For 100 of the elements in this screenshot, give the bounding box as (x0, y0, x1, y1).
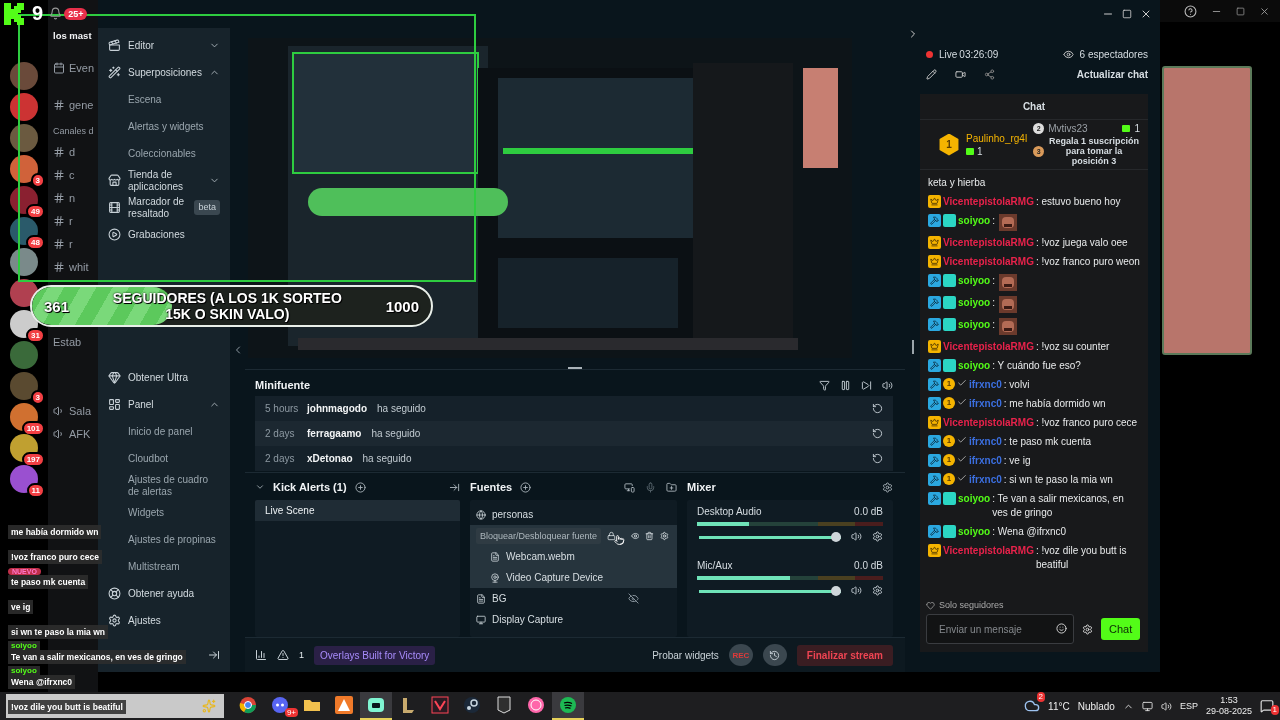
skip-icon[interactable] (861, 379, 872, 391)
server-icon[interactable] (10, 403, 38, 431)
chat-username[interactable]: soiyoo (958, 525, 991, 539)
valorant-icon[interactable] (431, 696, 449, 714)
warning-icon[interactable] (277, 649, 289, 661)
microphone-icon[interactable] (645, 481, 656, 493)
close-icon[interactable] (1259, 5, 1270, 17)
channel-name[interactable]: n (69, 191, 76, 204)
volume-icon[interactable] (882, 379, 893, 391)
chat-username[interactable]: VicentepistolaRMG (943, 416, 1034, 430)
devices-icon[interactable] (624, 481, 635, 493)
chat-username[interactable]: VicentepistolaRMG (943, 340, 1034, 354)
scrollbar-thumb[interactable] (911, 340, 914, 354)
test-widgets-link[interactable]: Probar widgets (652, 649, 719, 661)
chevron-down-icon[interactable] (255, 482, 265, 492)
server-icon[interactable] (10, 93, 38, 121)
chat-username[interactable]: ifrxnc0 (969, 378, 1002, 392)
promo-link[interactable]: Overlays Built for Victory (314, 645, 436, 665)
sidebar-item[interactable]: Marcador de resaltado beta (98, 194, 230, 221)
sidebar-item[interactable]: Coleccionables (98, 140, 230, 167)
folder-plus-icon[interactable] (666, 481, 677, 493)
settings-icon[interactable] (882, 481, 893, 493)
message-field[interactable]: Enviar un mensaje (926, 614, 1074, 644)
voice-channel[interactable]: Sala (69, 404, 92, 417)
source-item[interactable]: BG (492, 593, 622, 604)
volume-icon[interactable] (851, 531, 862, 542)
lock-icon[interactable] (607, 530, 616, 541)
channel-name[interactable]: gene (69, 98, 94, 111)
epic-games-icon[interactable] (495, 696, 513, 714)
chat-username[interactable]: soiyoo (958, 296, 991, 310)
chat-username[interactable]: VicentepistolaRMG (943, 236, 1034, 250)
settings-icon[interactable] (872, 531, 883, 542)
channel-name[interactable]: c (69, 168, 75, 181)
server-icon[interactable] (10, 248, 38, 276)
replay-icon[interactable] (872, 453, 883, 464)
sidebar-item[interactable]: Escena (98, 86, 230, 113)
sidebar-item[interactable]: Obtener ayuda (98, 580, 230, 607)
trash-icon[interactable] (645, 530, 655, 541)
eye-icon[interactable] (630, 530, 640, 541)
sidebar-item[interactable]: Cloudbot (98, 445, 230, 472)
replay-icon[interactable] (872, 428, 883, 439)
chat-username[interactable]: ifrxnc0 (969, 473, 1002, 487)
channel-name[interactable]: d (69, 145, 76, 158)
server-icon[interactable] (10, 124, 38, 152)
chat-username[interactable]: VicentepistolaRMG (943, 255, 1034, 269)
chat-username[interactable]: soiyoo (958, 214, 991, 228)
volume-icon[interactable] (851, 585, 862, 596)
refresh-chat-link[interactable]: Actualizar chat (1076, 68, 1148, 80)
settings-icon[interactable] (872, 585, 883, 596)
camera-icon[interactable] (955, 68, 966, 80)
pause-icon[interactable] (840, 379, 851, 391)
pencil-icon[interactable] (926, 68, 937, 80)
chat-username[interactable]: soiyoo (958, 492, 991, 506)
help-icon[interactable] (1184, 4, 1197, 18)
share-icon[interactable] (984, 68, 995, 80)
channel-name[interactable]: r (69, 237, 73, 250)
source-item[interactable]: personas (492, 509, 669, 520)
volume-icon[interactable] (1160, 700, 1172, 712)
maximize-icon[interactable] (1122, 9, 1132, 19)
replay-icon[interactable] (872, 403, 883, 414)
sidebar-item[interactable]: Tienda de aplicaciones (98, 167, 230, 194)
sidebar-item[interactable]: Ajustes de cuadro de alertas (98, 472, 230, 499)
end-stream-button[interactable]: Finalizar stream (796, 644, 893, 666)
replay-button[interactable] (762, 644, 787, 666)
voice-channel[interactable]: AFK (69, 427, 91, 440)
chart-icon[interactable] (255, 649, 267, 661)
settings-icon[interactable] (1082, 623, 1093, 635)
language-indicator[interactable]: ESP (1179, 701, 1198, 711)
triangle-app-icon[interactable] (335, 696, 353, 714)
scene-item[interactable]: Live Scene (255, 500, 460, 521)
streamlabs-icon[interactable] (367, 696, 385, 714)
add-icon[interactable] (520, 481, 532, 493)
sidebar-item[interactable]: Superposiciones (98, 59, 230, 86)
clock-date[interactable]: 29-08-2025 (1205, 706, 1252, 717)
filter-icon[interactable] (819, 379, 830, 391)
chat-username[interactable]: ifrxnc0 (969, 454, 1002, 468)
chat-username[interactable]: soiyoo (958, 318, 991, 332)
sidebar-item[interactable]: Panel (98, 391, 230, 418)
discord-icon[interactable] (271, 696, 289, 714)
collapse-icon[interactable] (208, 649, 220, 661)
channel-name[interactable]: r (69, 214, 73, 227)
maximize-icon[interactable] (1236, 6, 1245, 16)
chat-username[interactable]: VicentepistolaRMG (943, 544, 1034, 558)
chat-username[interactable]: soiyoo (958, 359, 991, 373)
sidebar-item[interactable]: Grabaciones (98, 221, 230, 248)
server-icon[interactable] (10, 465, 38, 493)
resize-handle[interactable] (568, 367, 582, 369)
close-icon[interactable] (1140, 8, 1152, 20)
channel-name[interactable]: whit (69, 260, 89, 273)
sidebar-item[interactable]: Alertas y widgets (98, 113, 230, 140)
collapse-icon[interactable] (449, 481, 460, 493)
sidebar-item[interactable]: Editor (98, 32, 230, 59)
steam-icon[interactable] (463, 696, 481, 714)
server-icon[interactable] (10, 62, 38, 90)
chat-username[interactable]: soiyoo (958, 274, 991, 288)
chat-username[interactable]: ifrxnc0 (969, 397, 1002, 411)
chat-username[interactable]: ifrxnc0 (969, 435, 1002, 449)
clock-time[interactable]: 1:53 (1220, 695, 1238, 706)
events-link[interactable]: Even (69, 61, 95, 74)
chrome-icon[interactable] (239, 696, 257, 714)
